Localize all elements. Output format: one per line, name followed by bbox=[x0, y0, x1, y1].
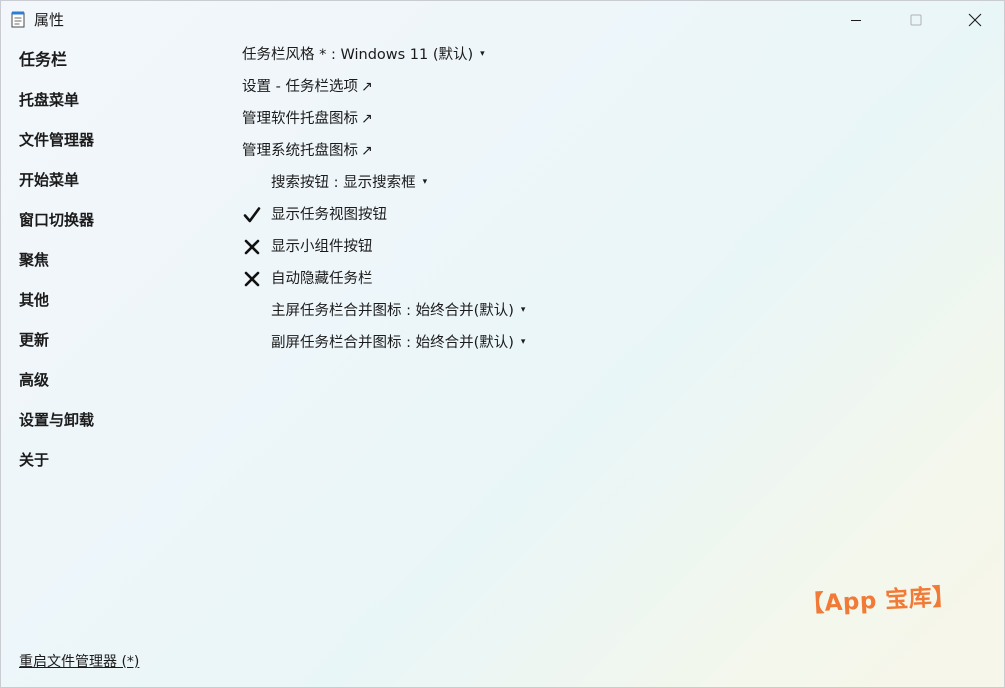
checkmark-icon[interactable] bbox=[243, 206, 261, 224]
external-link-icon: ↗ bbox=[361, 111, 373, 127]
close-icon bbox=[968, 13, 982, 27]
secondary-combine-icons-dropdown[interactable]: 副屏任务栏合并图标 : 始终合并(默认) ▾ bbox=[271, 332, 525, 354]
sidebar-item-start-menu[interactable]: 开始菜单 bbox=[19, 168, 79, 192]
sidebar-item-file-manager[interactable]: 文件管理器 bbox=[19, 128, 94, 152]
manage-system-tray-icons-link[interactable]: 管理系统托盘图标 ↗ bbox=[242, 140, 373, 162]
maximize-button[interactable] bbox=[887, 1, 945, 39]
sidebar-item-other[interactable]: 其他 bbox=[19, 288, 49, 312]
secondary-combine-icons-label: 副屏任务栏合并图标 : 始终合并(默认) bbox=[271, 335, 514, 351]
cross-icon[interactable] bbox=[243, 270, 261, 288]
sidebar-item-advanced[interactable]: 高级 bbox=[19, 368, 49, 392]
dropdown-arrow-icon: ▾ bbox=[422, 177, 428, 187]
sidebar-nav: 任务栏 托盘菜单 文件管理器 开始菜单 窗口切换器 聚焦 其他 更新 高级 设置… bbox=[1, 41, 221, 641]
restart-file-explorer-link[interactable]: 重启文件管理器 (*) bbox=[19, 651, 139, 673]
watermark-logo: 【App 宝库】 bbox=[800, 583, 957, 618]
sidebar-item-taskbar[interactable]: 任务栏 bbox=[19, 48, 67, 72]
show-task-view-toggle[interactable]: 显示任务视图按钮 bbox=[271, 204, 387, 226]
search-button-dropdown[interactable]: 搜索按钮 : 显示搜索框 ▾ bbox=[271, 172, 427, 194]
dropdown-arrow-icon: ▾ bbox=[480, 49, 485, 59]
manage-app-tray-icons-link[interactable]: 管理软件托盘图标 ↗ bbox=[242, 108, 373, 130]
taskbar-options-link[interactable]: 设置 - 任务栏选项 ↗ bbox=[242, 76, 373, 98]
dropdown-arrow-icon: ▾ bbox=[520, 337, 526, 347]
sidebar-item-tray-menu[interactable]: 托盘菜单 bbox=[19, 88, 79, 112]
show-widgets-label: 显示小组件按钮 bbox=[271, 239, 373, 255]
sidebar-item-setup-uninstall[interactable]: 设置与卸载 bbox=[19, 408, 94, 432]
minimize-icon bbox=[851, 20, 861, 21]
show-widgets-toggle[interactable]: 显示小组件按钮 bbox=[271, 236, 373, 258]
sidebar-item-window-switcher[interactable]: 窗口切换器 bbox=[19, 208, 94, 232]
sidebar-item-about[interactable]: 关于 bbox=[19, 448, 49, 472]
external-link-icon: ↗ bbox=[360, 79, 373, 95]
manage-app-tray-icons-label: 管理软件托盘图标 bbox=[242, 111, 358, 127]
window-title: 属性 bbox=[34, 11, 65, 29]
dropdown-arrow-icon: ▾ bbox=[520, 305, 526, 315]
notepad-icon bbox=[11, 11, 25, 28]
manage-system-tray-icons-label: 管理系统托盘图标 bbox=[242, 143, 358, 159]
external-link-icon: ↗ bbox=[361, 143, 373, 159]
title-bar[interactable]: 属性 bbox=[1, 1, 1004, 39]
taskbar-style-label: 任务栏风格 * : Windows 11 (默认) bbox=[242, 47, 474, 63]
maximize-icon bbox=[910, 14, 922, 26]
properties-window: 属性 任务栏 托盘菜单 文件管理器 开始菜单 窗口切换器 聚焦 其他 更新 高级 bbox=[0, 0, 1005, 688]
taskbar-style-dropdown[interactable]: 任务栏风格 * : Windows 11 (默认) ▾ bbox=[242, 44, 485, 66]
minimize-button[interactable] bbox=[827, 1, 885, 39]
auto-hide-taskbar-toggle[interactable]: 自动隐藏任务栏 bbox=[271, 268, 373, 290]
taskbar-options-label: 设置 - 任务栏选项 bbox=[242, 79, 358, 95]
cross-icon[interactable] bbox=[243, 238, 261, 256]
close-button[interactable] bbox=[946, 1, 1004, 39]
sidebar-item-update[interactable]: 更新 bbox=[19, 328, 49, 352]
sidebar-item-spotlight[interactable]: 聚焦 bbox=[19, 248, 49, 272]
auto-hide-taskbar-label: 自动隐藏任务栏 bbox=[271, 271, 373, 287]
primary-combine-icons-label: 主屏任务栏合并图标 : 始终合并(默认) bbox=[271, 303, 514, 319]
show-task-view-label: 显示任务视图按钮 bbox=[271, 207, 387, 223]
primary-combine-icons-dropdown[interactable]: 主屏任务栏合并图标 : 始终合并(默认) ▾ bbox=[271, 300, 525, 322]
search-button-label: 搜索按钮 : 显示搜索框 bbox=[271, 175, 416, 191]
